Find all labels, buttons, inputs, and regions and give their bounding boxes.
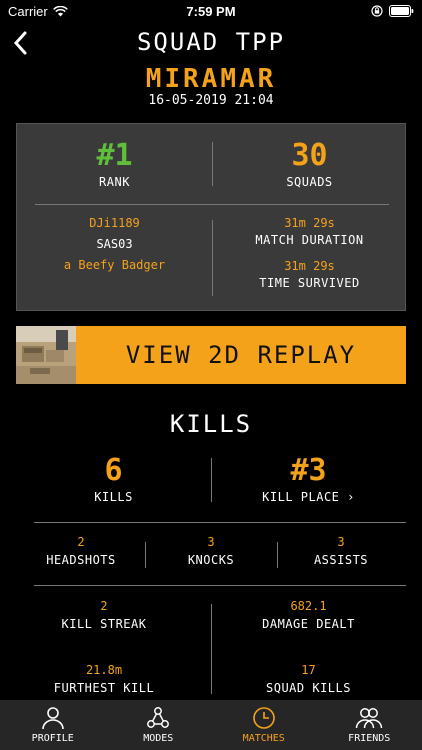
furthest-kill-value: 21.8m [85,663,123,677]
lock-rotation-icon [371,5,383,17]
view-replay-button[interactable]: VIEW 2D REPLAY [16,326,406,384]
knocks-value: 3 [207,535,215,549]
person-icon [41,707,64,730]
kills-section-title: KILLS [169,410,253,438]
page-title: SQUAD TPP [136,28,286,56]
time-survived-label: TIME SURVIVED [259,276,360,290]
squads-label: SQUADS [286,175,333,189]
kills-value: 6 [104,453,123,488]
assists-label: ASSISTS [313,553,369,567]
match-duration-label: MATCH DURATION [255,233,364,247]
battery-icon [389,5,414,17]
squad-kills-label: SQUAD KILLS [266,681,351,695]
tab-label: PROFILE [31,733,74,744]
squads-value: 30 [291,138,328,173]
tab-modes[interactable]: MODES [106,700,212,750]
divider [35,204,389,205]
network-icon [147,707,170,728]
team-member[interactable]: SAS03 [17,237,212,251]
match-summary-panel: #1 RANK 30 SQUADS DJi1189 SAS03 a Beefy … [16,123,406,311]
kill-place-value: #3 [290,453,327,488]
status-right [371,5,414,17]
match-datetime: 16-05-2019 21:04 [148,93,274,108]
time-survived-value: 31m 29s [284,259,335,273]
rank-value: #1 [96,138,133,173]
team-member[interactable]: a Beefy Badger [17,258,212,272]
kill-place-label: KILL PLACE › [262,490,355,504]
view-replay-label: VIEW 2D REPLAY [125,341,357,369]
rank-label: RANK [99,175,130,189]
kill-streak-label: KILL STREAK [61,617,147,631]
match-duration-value: 31m 29s [284,216,335,230]
divider [34,522,406,523]
headshots-value: 2 [77,535,85,549]
squad-kills-value: 17 [301,663,316,677]
kill-place-link[interactable]: #3 KILL PLACE › [211,453,406,504]
knocks-label: KNOCKS [187,553,235,567]
team-list: DJi1189 SAS03 a Beefy Badger [17,216,212,272]
tab-matches[interactable]: MATCHES [211,700,317,750]
assists-value: 3 [337,535,345,549]
tab-label: FRIENDS [348,733,391,744]
tab-friends[interactable]: FRIENDS [317,700,422,750]
headshots-label: HEADSHOTS [46,553,116,567]
furthest-kill-label: FURTHEST KILL [53,681,155,695]
tab-label: MATCHES [242,733,285,744]
map-name: MIRAMAR [145,64,277,94]
divider [34,585,406,586]
nav-header: SQUAD TPP [0,24,422,58]
tab-bar: PROFILE MODES MATCHES FRIENDS [0,700,422,750]
clock-icon [252,707,275,729]
tab-label: MODES [143,733,174,744]
kill-streak-value: 2 [100,599,108,613]
status-time: 7:59 PM [186,4,236,19]
tab-profile[interactable]: PROFILE [0,700,106,750]
damage-dealt-value: 682.1 [290,599,327,613]
damage-dealt-label: DAMAGE DEALT [262,617,355,631]
replay-thumbnail [16,326,76,384]
friends-icon [356,708,383,729]
kills-label: KILLS [94,490,133,504]
status-bar: Carrier 7:59 PM [0,0,422,22]
team-member[interactable]: DJi1189 [17,216,212,230]
